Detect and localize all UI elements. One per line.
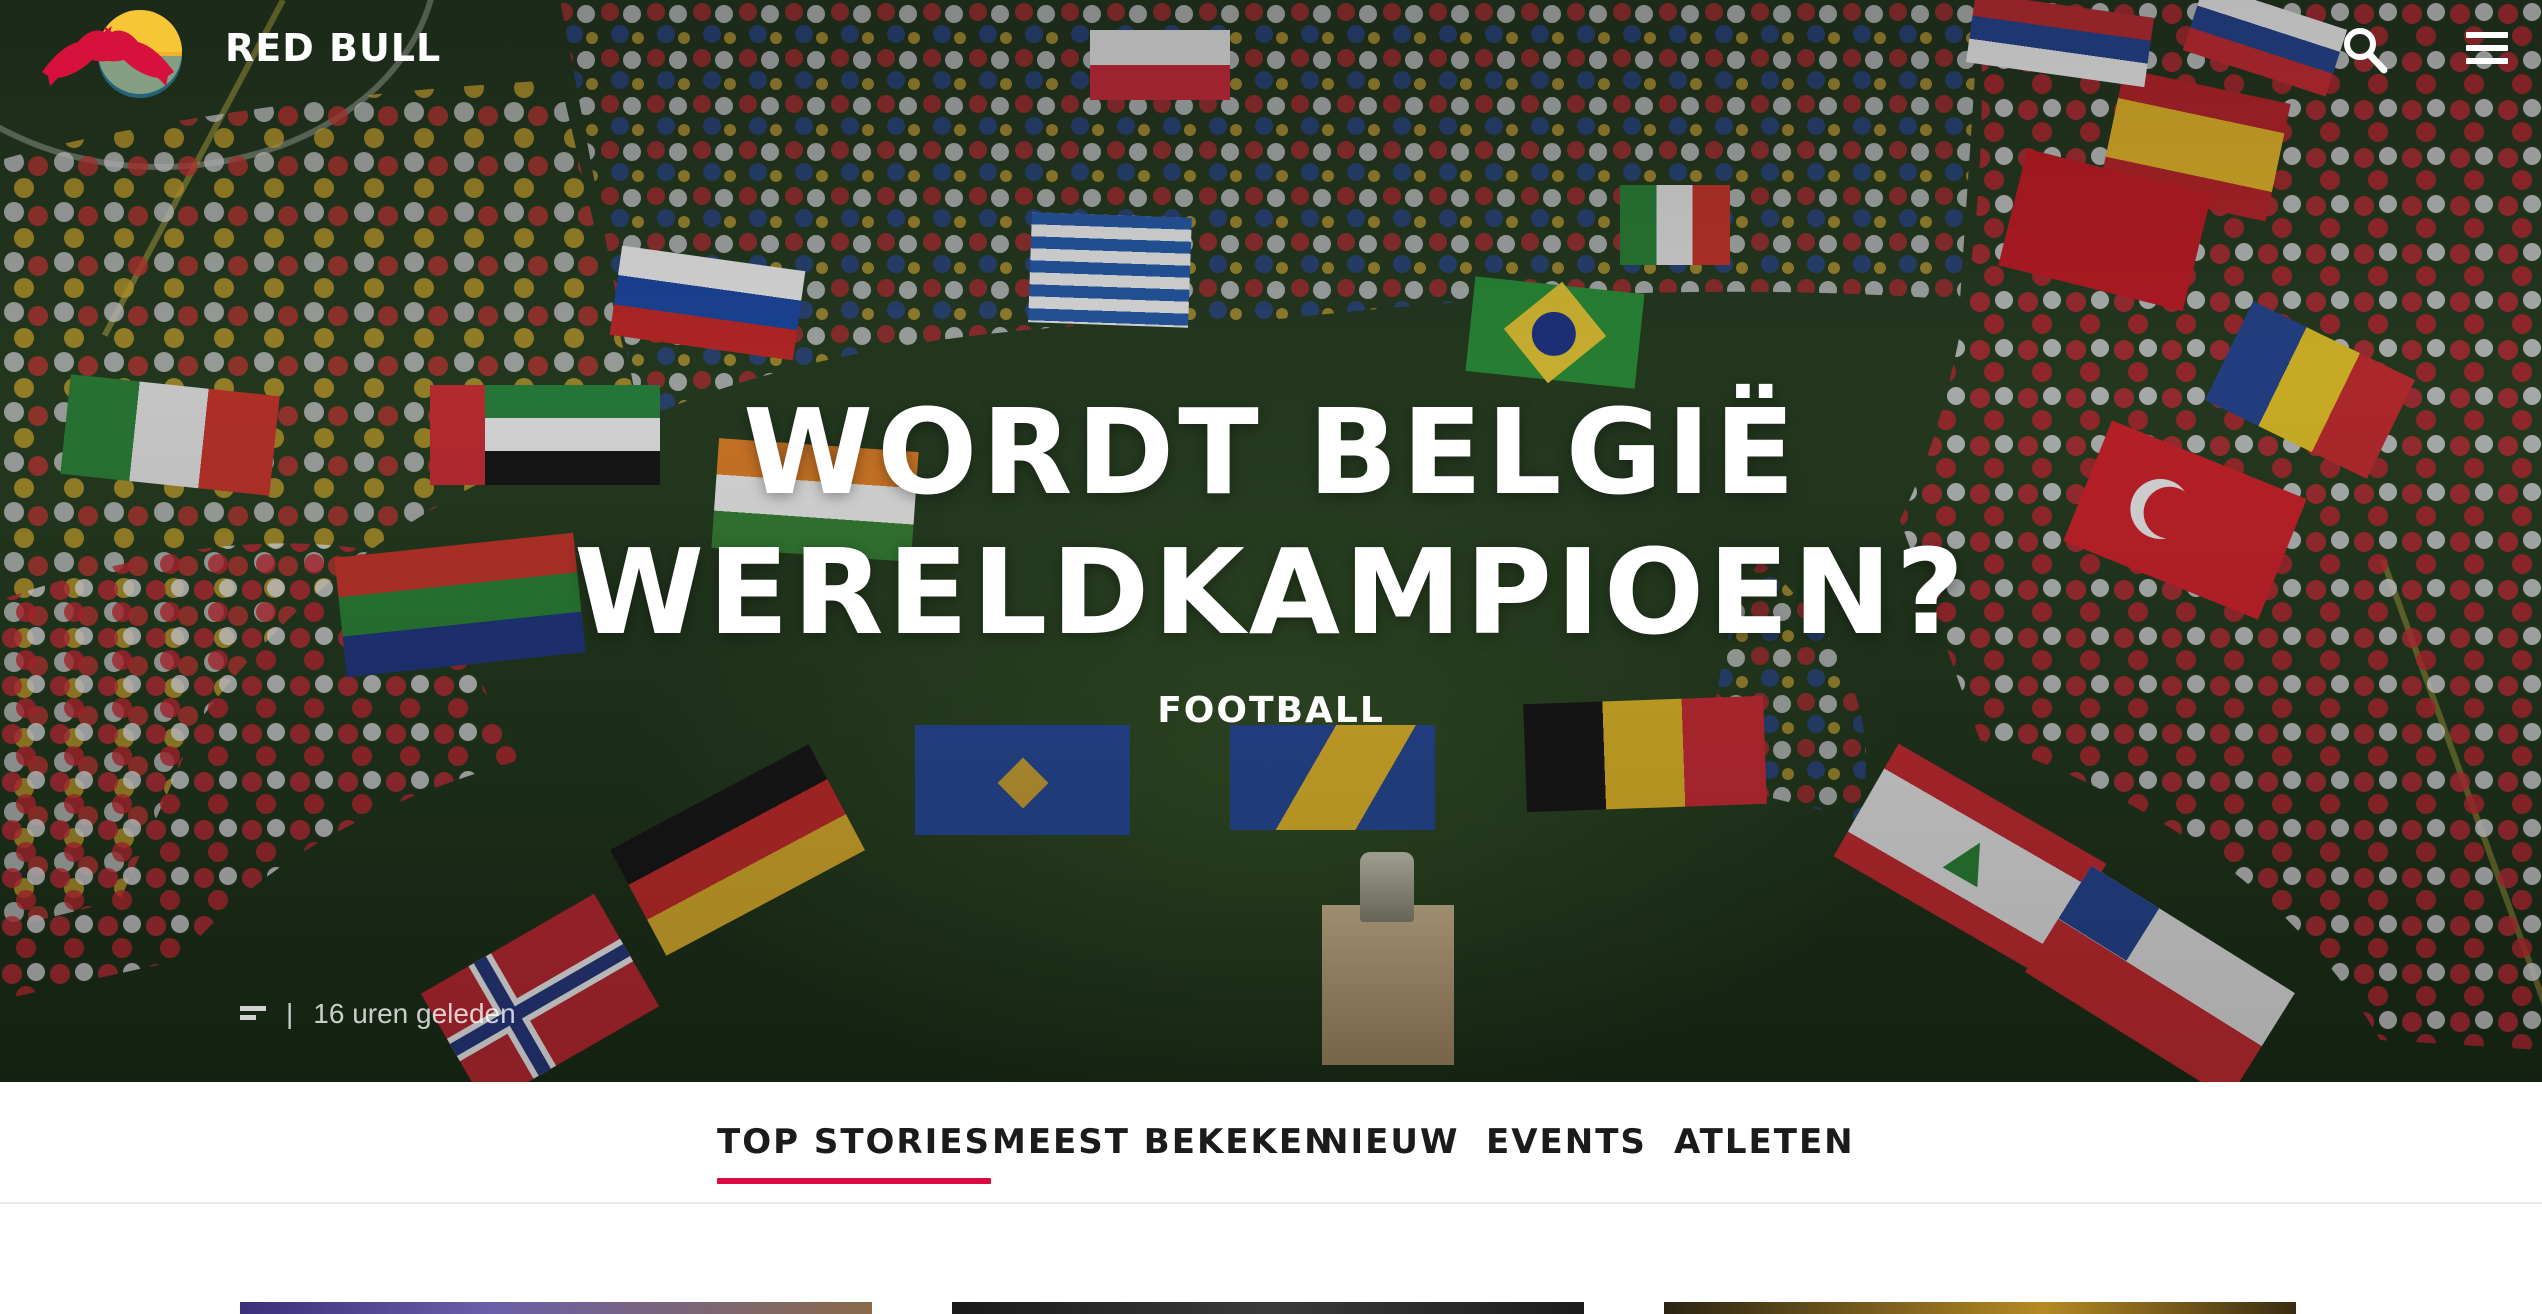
meta-separator: | [286,998,294,1029]
tab-atleten[interactable]: ATLETEN [1674,1122,1855,1162]
menu-bar [2466,58,2508,64]
category-label[interactable]: FOOTBALL [0,690,2542,731]
story-card-thumbnail[interactable] [240,1302,872,1314]
content-tabs: TOP STORIES MEEST BEKEKEN NIEUW EVENTS A… [0,1082,2542,1204]
article-meta: | 16 uren geleden [240,998,516,1030]
tab-nieuw[interactable]: NIEUW [1320,1122,1459,1162]
menu-bar [2466,32,2508,38]
red-bull-logo-icon[interactable] [38,6,188,98]
story-card-thumbnail[interactable] [1664,1302,2296,1314]
article-icon [240,1004,266,1024]
hero-headline[interactable]: WORDT BELGIË WERELDKAMPIOEN? [0,382,2542,662]
hamburger-menu-icon[interactable] [2466,32,2508,68]
headline-line-2: WERELDKAMPIOEN? [573,523,1969,661]
timestamp: 16 uren geleden [313,998,516,1029]
story-card-thumbnail[interactable] [952,1302,1584,1314]
tab-meest-bekeken[interactable]: MEEST BEKEKEN [992,1122,1335,1162]
tab-top-stories[interactable]: TOP STORIES [717,1122,991,1184]
hero-banner[interactable]: RED BULL WORDT BELGIË WERELDKAMPIOEN? FO… [0,0,2542,1082]
tab-events[interactable]: EVENTS [1486,1122,1647,1162]
brand-name[interactable]: RED BULL [225,26,441,70]
headline-line-1: WORDT BELGIË [743,383,1799,521]
menu-bar [2466,45,2508,51]
search-icon[interactable] [2342,26,2388,74]
